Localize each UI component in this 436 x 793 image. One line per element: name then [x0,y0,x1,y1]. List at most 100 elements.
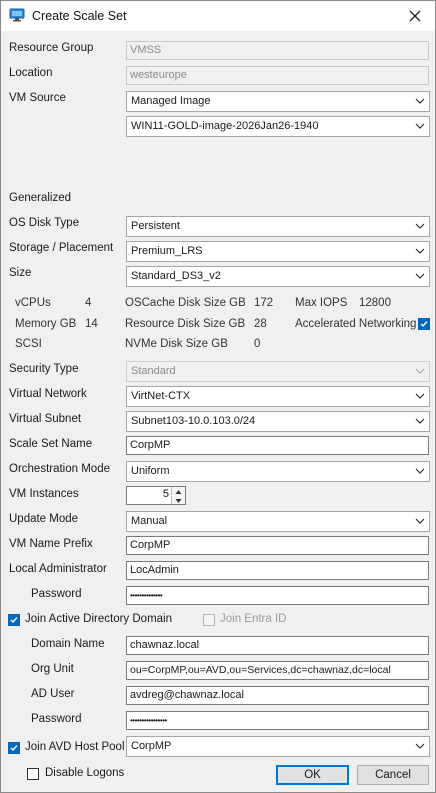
checkmark-icon [420,321,428,328]
security-type-label: Security Type [9,363,79,375]
vm-source-value: Managed Image [131,95,211,107]
vm-source-label: VM Source [9,92,66,104]
triangle-up-icon [175,490,182,494]
chevron-down-icon [415,743,425,749]
virtual-network-value: VirtNet-CTX [131,390,191,402]
host-pool-dropdown[interactable]: CorpMP [126,736,430,757]
triangle-down-icon [175,499,182,503]
location-field[interactable]: westeurope [126,66,429,85]
storage-placement-label: Storage / Placement [9,242,114,254]
close-icon[interactable] [406,7,424,25]
orchestration-mode-label: Orchestration Mode [9,463,110,475]
scale-set-name-label: Scale Set Name [9,438,93,450]
virtual-network-dropdown[interactable]: VirtNet-CTX [126,386,430,407]
join-ad-domain-checkbox[interactable] [8,614,20,626]
os-cache-value: 172 [254,297,274,309]
password-label: Password [31,588,82,600]
os-cache-label: OSCache Disk Size GB [125,297,246,309]
local-administrator-label: Local Administrator [9,563,107,575]
os-disk-type-dropdown[interactable]: Persistent [126,216,430,237]
chevron-down-icon [415,98,425,104]
size-dropdown[interactable]: Standard_DS3_v2 [126,266,430,287]
resource-group-label: Resource Group [9,42,94,54]
chevron-down-icon [415,418,425,424]
memory-label: Memory GB [15,318,77,330]
title-bar[interactable]: Create Scale Set [1,1,435,31]
virtual-subnet-dropdown[interactable]: Subnet103-10.0.103.0/24 [126,411,430,432]
image-value: WIN11-GOLD-image-2026Jan26-1940 [131,120,319,132]
org-unit-input[interactable]: ou=CorpMP,ou=AVD,ou=Services,dc=chawnaz,… [126,661,429,680]
resource-disk-label: Resource Disk Size GB [125,318,246,330]
spin-down-button[interactable] [171,496,185,504]
vm-instances-stepper[interactable]: 5 [126,486,186,505]
location-label: Location [9,67,53,79]
ad-password-input[interactable]: •••••••••••••••• [126,711,429,730]
disable-logons-checkbox[interactable] [27,768,39,780]
nvme-value: 0 [254,338,261,350]
image-dropdown[interactable]: WIN11-GOLD-image-2026Jan26-1940 [126,116,430,137]
chevron-down-icon [415,248,425,254]
max-iops-label: Max IOPS [295,297,348,309]
update-mode-dropdown[interactable]: Manual [126,511,430,532]
password-input[interactable]: •••••••••••••• [126,586,429,605]
join-avd-host-pool-label: Join AVD Host Pool [25,741,125,753]
chevron-down-icon [415,368,425,374]
vm-instances-label: VM Instances [9,488,79,500]
host-pool-value: CorpMP [131,740,172,752]
security-type-dropdown[interactable]: Standard [126,361,430,382]
local-administrator-input[interactable]: LocAdmin [126,561,429,580]
chevron-down-icon [415,468,425,474]
virtual-subnet-value: Subnet103-10.0.103.0/24 [131,415,256,427]
vm-name-prefix-input[interactable]: CorpMP [126,536,429,555]
storage-placement-value: Premium_LRS [131,245,203,257]
chevron-down-icon [415,518,425,524]
update-mode-label: Update Mode [9,513,79,525]
disable-logons-label: Disable Logons [45,767,125,779]
vm-name-prefix-label: VM Name Prefix [9,538,93,550]
scale-set-name-input[interactable]: CorpMP [126,436,429,455]
ad-password-label: Password [31,713,82,725]
vcpus-value: 4 [85,297,92,309]
join-ad-domain-label: Join Active Directory Domain [25,613,172,625]
update-mode-value: Manual [131,515,168,527]
storage-placement-dropdown[interactable]: Premium_LRS [126,241,430,262]
orchestration-mode-value: Uniform [131,465,170,477]
domain-name-label: Domain Name [31,638,105,650]
security-type-value: Standard [131,365,176,377]
join-avd-host-pool-checkbox[interactable] [8,742,20,754]
monitor-app-icon [9,8,25,22]
ad-user-input[interactable]: avdreg@chawnaz.local [126,686,429,705]
join-entra-id-label: Join Entra ID [220,613,287,625]
resource-group-field[interactable]: VMSS [126,41,429,60]
size-label: Size [9,267,32,279]
domain-name-input[interactable]: chawnaz.local [126,636,429,655]
nvme-label: NVMe Disk Size GB [125,338,228,350]
resource-disk-value: 28 [254,318,267,330]
chevron-down-icon [415,123,425,129]
scsi-label: SCSI [15,338,42,350]
orchestration-mode-dropdown[interactable]: Uniform [126,461,430,482]
os-disk-type-value: Persistent [131,220,180,232]
ad-user-label: AD User [31,688,75,700]
spin-up-button[interactable] [171,487,185,495]
checkmark-icon [10,745,18,752]
join-entra-id-checkbox[interactable] [203,614,215,626]
cancel-button[interactable]: Cancel [357,765,429,785]
chevron-down-icon [415,223,425,229]
vcpus-label: vCPUs [15,297,51,309]
virtual-subnet-label: Virtual Subnet [9,413,82,425]
create-scale-set-dialog: Create Scale Set Resource Group VMSS Loc… [0,0,436,793]
vm-source-dropdown[interactable]: Managed Image [126,91,430,112]
chevron-down-icon [415,273,425,279]
chevron-down-icon [415,393,425,399]
accelerated-networking-label: Accelerated Networking [295,318,417,330]
org-unit-label: Org Unit [31,663,74,675]
os-disk-type-label: OS Disk Type [9,217,80,229]
size-value: Standard_DS3_v2 [131,270,221,282]
ok-button[interactable]: OK [276,765,349,785]
accelerated-networking-checkbox[interactable] [418,318,430,330]
checkmark-icon [10,617,18,624]
virtual-network-label: Virtual Network [9,388,87,400]
vm-instances-value: 5 [162,488,169,500]
window-title: Create Scale Set [32,9,127,23]
